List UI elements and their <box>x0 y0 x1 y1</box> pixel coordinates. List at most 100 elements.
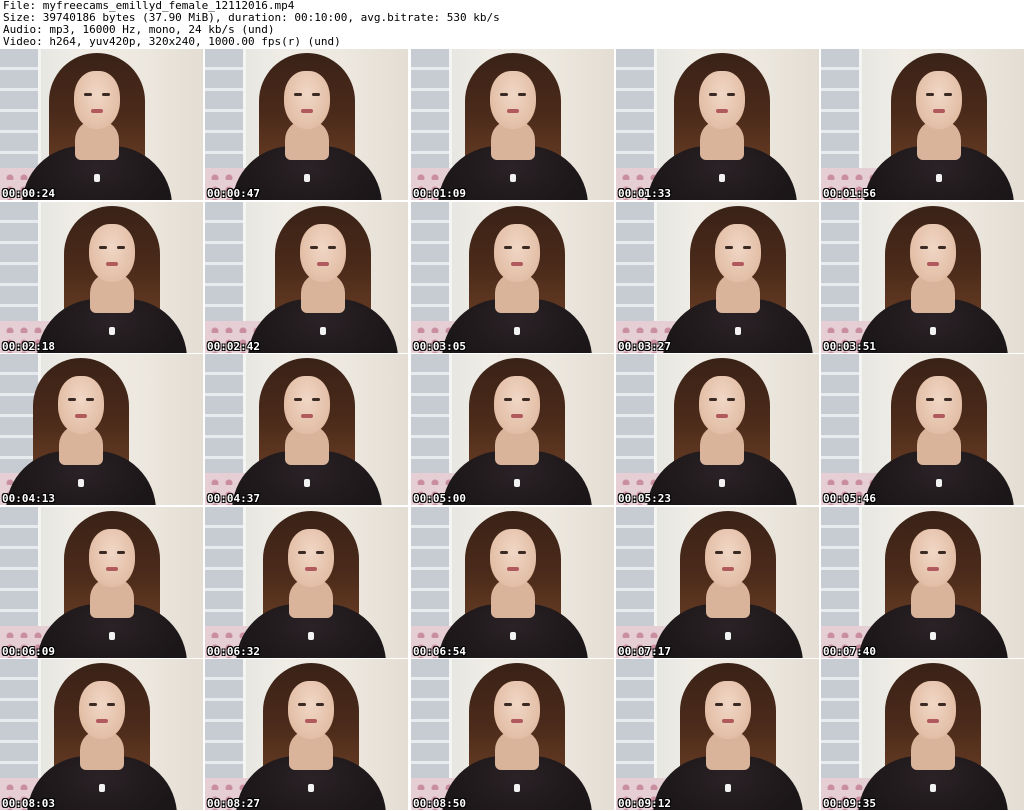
face <box>88 224 135 282</box>
right-eye <box>726 93 735 96</box>
face <box>704 529 751 587</box>
video-thumbnail: 00:02:42 <box>205 202 408 353</box>
pendant-necklace <box>513 784 520 792</box>
mouth <box>300 109 313 113</box>
video-thumbnail: 00:03:51 <box>821 202 1024 353</box>
face <box>287 529 334 587</box>
thumbnail-timestamp: 00:07:40 <box>823 645 876 658</box>
left-eye <box>724 246 733 249</box>
video-thumbnail: 00:04:13 <box>0 354 203 505</box>
thumbnail-timestamp: 00:04:13 <box>2 492 55 505</box>
left-eye <box>84 93 93 96</box>
video-info-line: Video: h264, yuv420p, 320x240, 1000.00 f… <box>3 36 341 48</box>
left-eye <box>919 246 928 249</box>
face <box>915 376 962 434</box>
thumbnail-timestamp: 00:08:27 <box>207 797 260 810</box>
window-blinds <box>616 659 657 779</box>
mouth <box>932 414 945 418</box>
mouth <box>715 414 728 418</box>
face <box>489 529 536 587</box>
video-thumbnail: 00:00:24 <box>0 49 203 200</box>
mouth <box>715 109 728 113</box>
face <box>493 376 540 434</box>
mouth <box>75 414 88 418</box>
pendant-necklace <box>935 479 942 487</box>
right-eye <box>106 703 115 706</box>
face <box>704 681 751 739</box>
right-eye <box>102 93 111 96</box>
thumbnail-timestamp: 00:09:35 <box>823 797 876 810</box>
mouth <box>300 414 313 418</box>
pendant-necklace <box>509 632 516 640</box>
thumbnail-timestamp: 00:01:56 <box>823 187 876 200</box>
right-eye <box>315 551 324 554</box>
pendant-necklace <box>108 327 115 335</box>
mouth <box>510 414 523 418</box>
thumbnail-timestamp: 00:00:24 <box>2 187 55 200</box>
pendant-necklace <box>98 784 105 792</box>
thumbnail-timestamp: 00:05:00 <box>413 492 466 505</box>
video-thumbnail: 00:01:33 <box>616 49 819 200</box>
thumbnail-timestamp: 00:03:27 <box>618 340 671 353</box>
pendant-necklace <box>303 479 310 487</box>
right-eye <box>937 551 946 554</box>
right-eye <box>937 246 946 249</box>
window-blinds <box>616 49 657 169</box>
pendant-necklace <box>513 327 520 335</box>
face <box>909 681 956 739</box>
right-eye <box>116 551 125 554</box>
pendant-necklace <box>724 632 731 640</box>
left-eye <box>309 246 318 249</box>
mouth <box>721 719 734 723</box>
thumbnail-timestamp: 00:05:23 <box>618 492 671 505</box>
face <box>287 681 334 739</box>
video-thumbnail: 00:00:47 <box>205 49 408 200</box>
video-thumbnail: 00:07:17 <box>616 507 819 658</box>
window-blinds <box>616 507 657 627</box>
thumbnail-timestamp: 00:06:09 <box>2 645 55 658</box>
video-thumbnail: 00:09:35 <box>821 659 1024 810</box>
right-eye <box>943 93 952 96</box>
thumbnail-timestamp: 00:09:12 <box>618 797 671 810</box>
left-eye <box>503 398 512 401</box>
face <box>698 71 745 129</box>
face <box>489 71 536 129</box>
mouth <box>105 262 118 266</box>
left-eye <box>499 551 508 554</box>
face <box>88 529 135 587</box>
left-eye <box>714 551 723 554</box>
video-thumbnail: 00:03:05 <box>411 202 614 353</box>
right-eye <box>315 703 324 706</box>
video-thumbnail: 00:05:46 <box>821 354 1024 505</box>
video-thumbnail: 00:06:32 <box>205 507 408 658</box>
right-eye <box>311 398 320 401</box>
pendant-necklace <box>929 784 936 792</box>
right-eye <box>521 398 530 401</box>
right-eye <box>742 246 751 249</box>
file-info-header: File: myfreecams_emillyd_female_12112016… <box>3 0 1021 48</box>
video-thumbnail: 00:06:09 <box>0 507 203 658</box>
window-blinds <box>616 202 657 322</box>
right-eye <box>937 703 946 706</box>
video-thumbnail: 00:05:23 <box>616 354 819 505</box>
right-eye <box>517 93 526 96</box>
face <box>74 71 121 129</box>
left-eye <box>925 93 934 96</box>
right-eye <box>311 93 320 96</box>
window-blinds <box>0 49 41 169</box>
right-eye <box>517 551 526 554</box>
file-size-line: Size: 39740186 bytes (37.90 MiB), durati… <box>3 12 500 24</box>
window-blinds <box>616 354 657 474</box>
left-eye <box>297 551 306 554</box>
mouth <box>731 262 744 266</box>
pendant-necklace <box>724 784 731 792</box>
window-blinds <box>205 49 246 169</box>
face <box>698 376 745 434</box>
face <box>283 376 330 434</box>
mouth <box>926 262 939 266</box>
window-blinds <box>205 507 246 627</box>
thumbnail-timestamp: 00:03:51 <box>823 340 876 353</box>
left-eye <box>98 246 107 249</box>
left-eye <box>499 93 508 96</box>
thumbnail-grid: 00:00:24 00:00:47 00:01:09 00:01:33 00:01:56… <box>0 49 1024 811</box>
